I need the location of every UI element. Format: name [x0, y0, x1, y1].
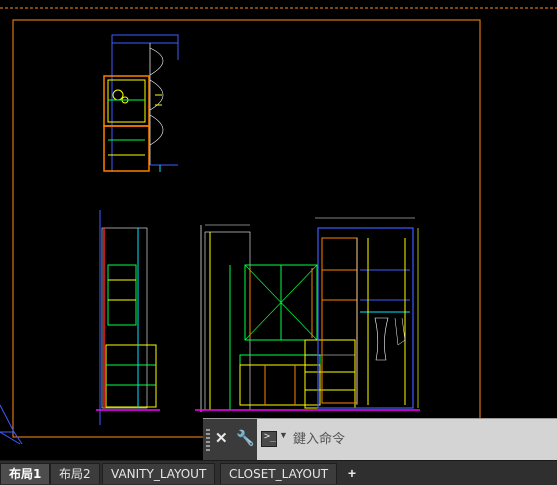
tab-closet-layout[interactable]: CLOSET_LAYOUT [220, 463, 338, 484]
layout-tab-bar: 布局1 布局2 VANITY_LAYOUT CLOSET_LAYOUT + [0, 460, 557, 485]
command-input[interactable] [293, 427, 548, 451]
close-icon[interactable]: ✕ [215, 431, 228, 447]
prompt-glyph: >_ [264, 431, 277, 442]
chevron-down-icon[interactable]: ▼ [279, 430, 288, 440]
ucs-icon [0, 404, 23, 445]
wrench-icon[interactable]: 🔧 [236, 430, 255, 448]
elevation-right-closet [315, 217, 419, 409]
tab-vanity-layout[interactable]: VANITY_LAYOUT [102, 463, 216, 484]
elevation-left-section [96, 210, 160, 425]
command-line-bar: ✕ 🔧 >_ ▼ [203, 418, 557, 461]
elevation-top-cabinet [103, 34, 179, 172]
tab-layout1[interactable]: 布局1 [0, 463, 51, 484]
drawing-canvas[interactable] [0, 0, 557, 460]
add-tab-button[interactable]: + [343, 463, 361, 483]
elevation-main-wall [195, 224, 420, 412]
command-line-controls: ✕ 🔧 [203, 419, 257, 461]
command-prompt-icon[interactable]: >_ [261, 431, 277, 447]
model-space-drawing [0, 7, 557, 445]
drag-grip-icon[interactable] [206, 429, 210, 451]
tab-layout2[interactable]: 布局2 [50, 463, 100, 484]
